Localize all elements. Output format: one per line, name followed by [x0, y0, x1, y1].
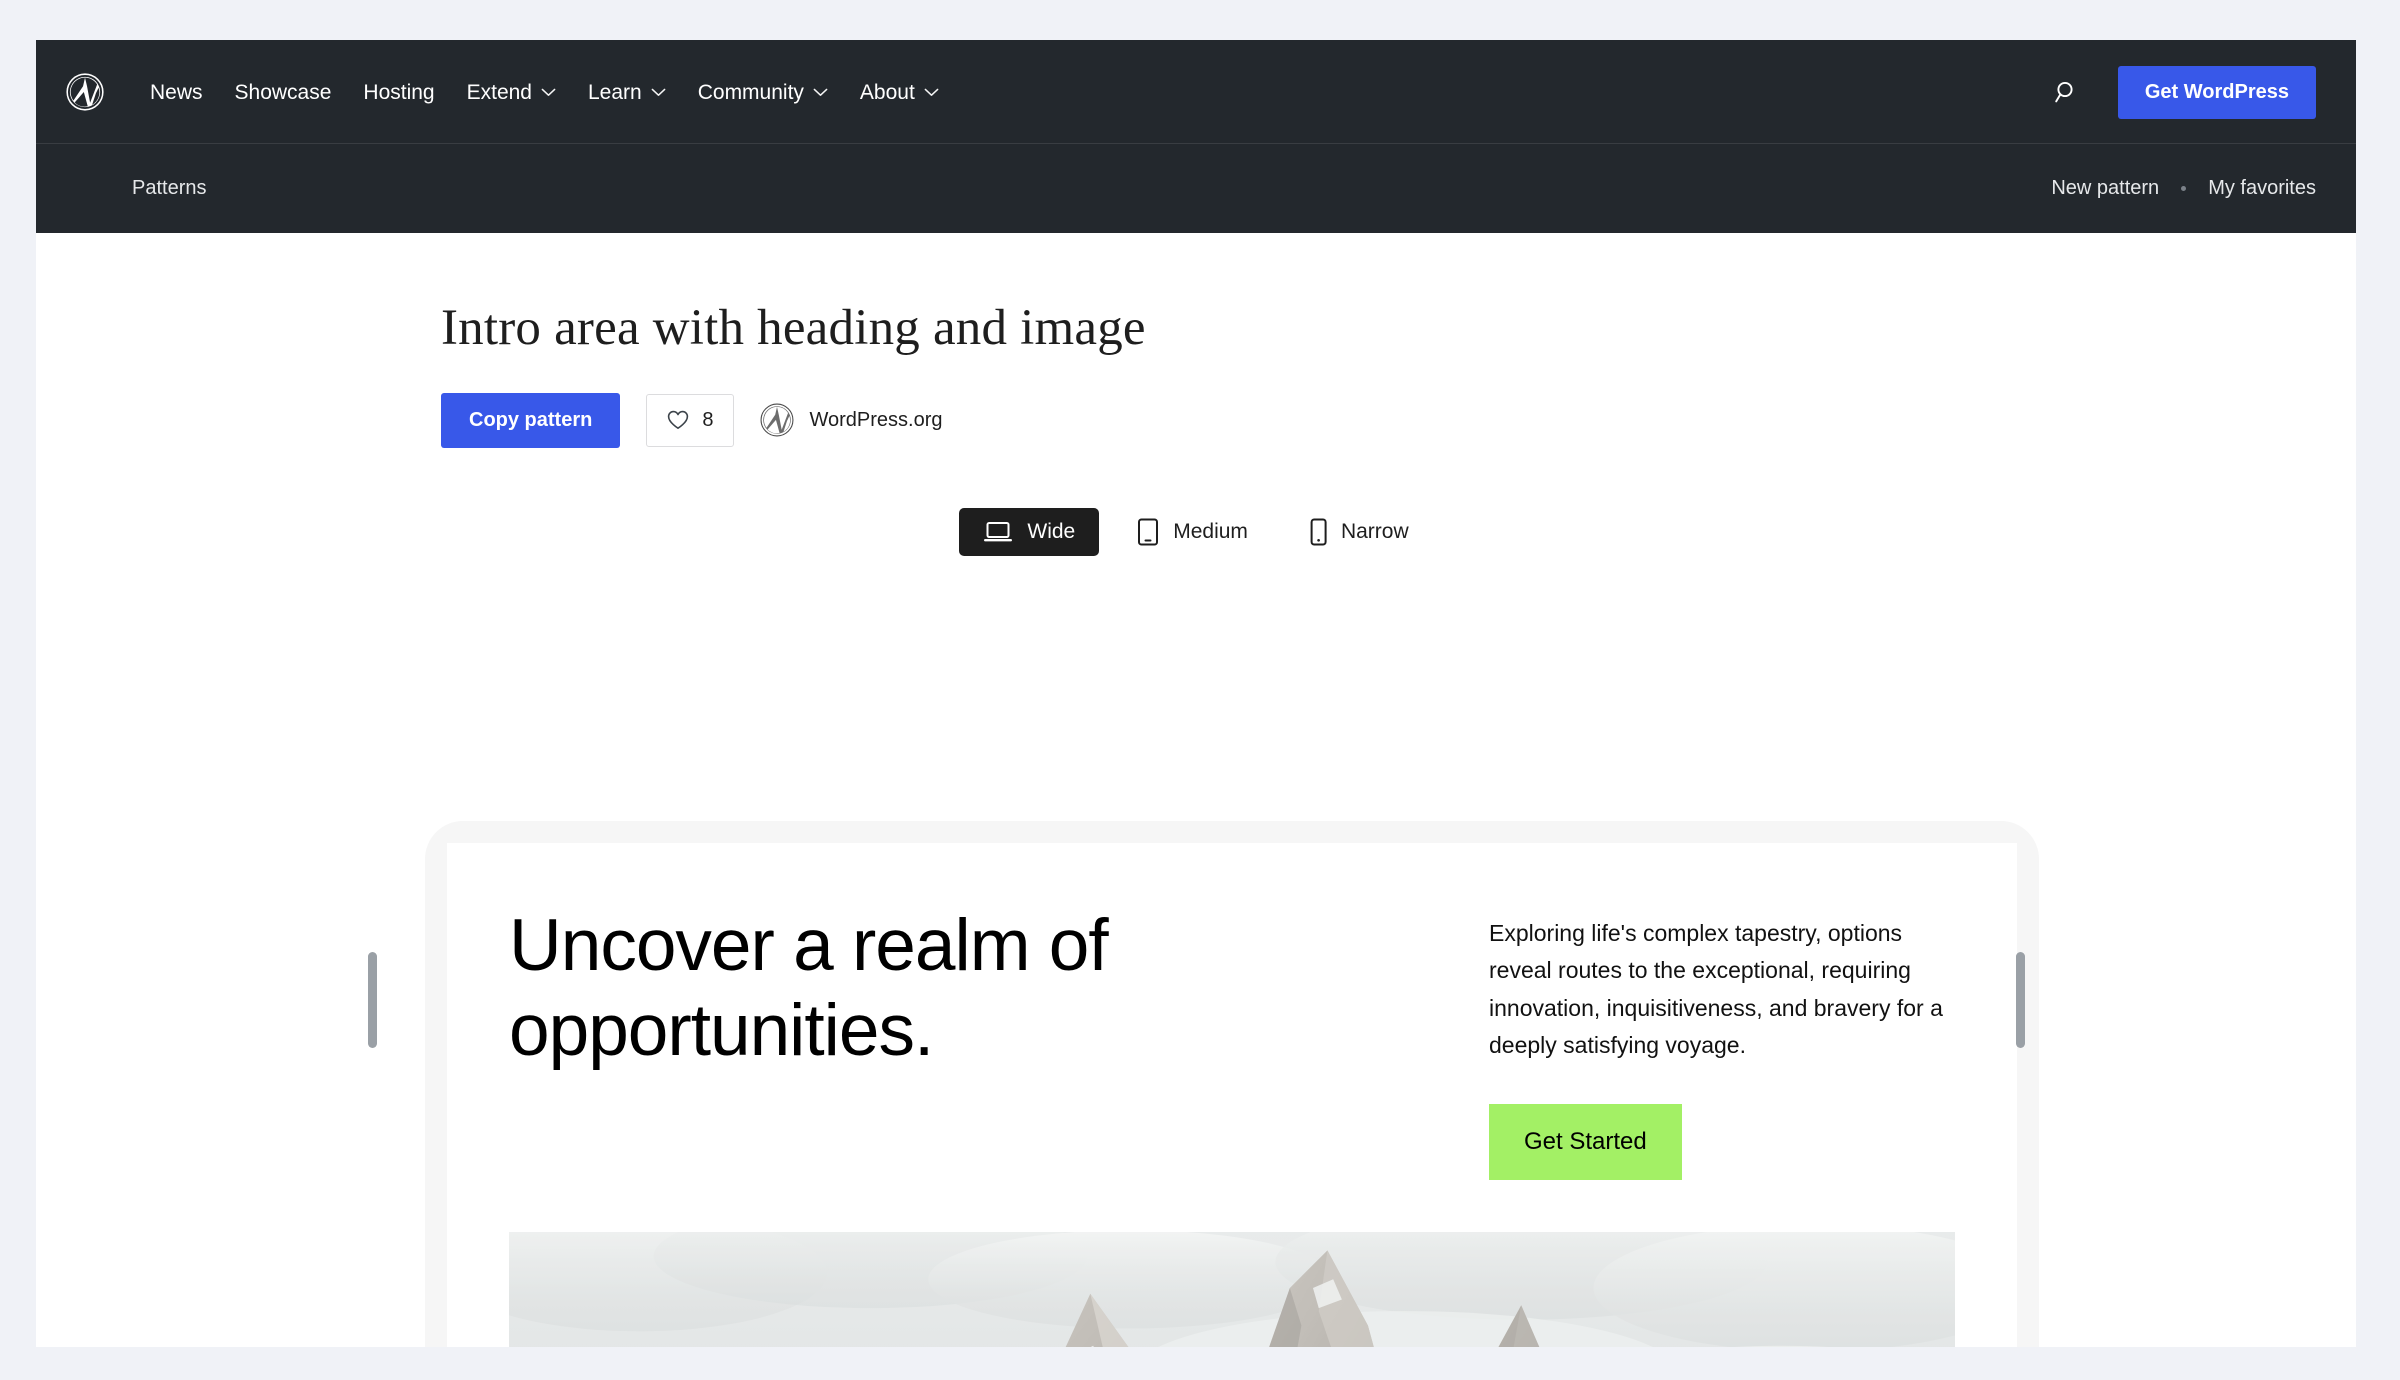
wordpress-logo-icon[interactable]: [66, 73, 104, 111]
chevron-down-icon: [813, 88, 828, 96]
mountain-photo-illustration: [509, 1232, 1955, 1347]
separator-dot-icon: [2181, 186, 2187, 191]
preview-intro-row: Uncover a realm of opportunities. Explor…: [447, 843, 2017, 1180]
nav-item-about[interactable]: About: [844, 74, 955, 111]
preview-heading-column: Uncover a realm of opportunities.: [509, 903, 1429, 1180]
favorite-button[interactable]: 8: [646, 393, 735, 447]
nav-item-news[interactable]: News: [134, 74, 219, 111]
subnav-section-patterns[interactable]: Patterns: [132, 177, 206, 200]
search-icon: [2055, 81, 2073, 103]
primary-nav-list: News Showcase Hosting Extend Learn Commu…: [134, 74, 955, 111]
chevron-down-icon: [924, 88, 939, 96]
secondary-navigation: Patterns New pattern My favorites: [36, 144, 2356, 233]
nav-item-label: Hosting: [363, 80, 435, 104]
size-option-label: Wide: [1027, 519, 1076, 543]
pattern-preview-container: Uncover a realm of opportunities. Explor…: [425, 821, 2039, 1347]
preview-text-column: Exploring life's complex tapestry, optio…: [1489, 903, 1955, 1180]
nav-item-extend[interactable]: Extend: [451, 74, 572, 111]
nav-item-label: Extend: [466, 80, 532, 104]
get-started-button[interactable]: Get Started: [1489, 1104, 1682, 1180]
favorite-count: 8: [702, 408, 714, 431]
subnav-actions: New pattern My favorites: [2051, 177, 2316, 200]
pattern-actions: Copy pattern 8 WordPress.org: [441, 392, 2356, 448]
viewport-size-toggle: Wide Medium Narrow: [36, 506, 2356, 558]
author-name: WordPress.org: [809, 408, 943, 431]
preview-heading: Uncover a realm of opportunities.: [509, 905, 1109, 1072]
nav-item-hosting[interactable]: Hosting: [347, 74, 450, 111]
chevron-down-icon: [651, 88, 666, 96]
pattern-preview-frame: Uncover a realm of opportunities. Explor…: [447, 843, 2017, 1347]
nav-item-showcase[interactable]: Showcase: [219, 74, 348, 111]
nav-item-community[interactable]: Community: [682, 74, 844, 111]
nav-item-label: Learn: [588, 80, 642, 104]
nav-item-label: About: [859, 80, 915, 104]
my-favorites-link[interactable]: My favorites: [2208, 177, 2316, 200]
screen: News Showcase Hosting Extend Learn Commu…: [0, 0, 2400, 1380]
size-option-medium[interactable]: Medium: [1113, 506, 1272, 558]
copy-pattern-button[interactable]: Copy pattern: [441, 392, 621, 448]
main-content: Intro area with heading and image Copy p…: [36, 233, 2356, 1347]
nav-item-label: Showcase: [234, 80, 332, 104]
laptop-icon: [984, 521, 1013, 542]
primary-nav-actions: Get WordPress: [2048, 65, 2316, 119]
get-wordpress-button[interactable]: Get WordPress: [2117, 65, 2316, 119]
size-option-label: Narrow: [1340, 519, 1409, 543]
wordpress-avatar-icon: [761, 403, 794, 437]
preview-resize-handle-right[interactable]: [2016, 952, 2025, 1048]
chevron-down-icon: [541, 88, 556, 96]
nav-item-label: News: [150, 80, 203, 104]
size-option-wide[interactable]: Wide: [959, 507, 1100, 556]
browser-page: News Showcase Hosting Extend Learn Commu…: [36, 40, 2356, 1347]
new-pattern-link[interactable]: New pattern: [2051, 177, 2159, 200]
preview-paragraph: Exploring life's complex tapestry, optio…: [1489, 920, 1943, 1058]
phone-icon: [1310, 518, 1327, 546]
search-button[interactable]: [2048, 73, 2086, 111]
size-option-label: Medium: [1173, 519, 1248, 543]
tablet-icon: [1138, 518, 1159, 546]
nav-item-learn[interactable]: Learn: [572, 74, 682, 111]
heart-icon: [668, 410, 689, 430]
pattern-header: Intro area with heading and image Copy p…: [36, 299, 2356, 448]
primary-navigation: News Showcase Hosting Extend Learn Commu…: [36, 40, 2356, 144]
preview-image: [509, 1232, 1955, 1347]
pattern-author[interactable]: WordPress.org: [760, 403, 942, 437]
page-title: Intro area with heading and image: [441, 300, 1146, 356]
preview-resize-handle-left[interactable]: [368, 952, 377, 1048]
size-option-narrow[interactable]: Narrow: [1286, 506, 1433, 558]
nav-item-label: Community: [697, 80, 804, 104]
